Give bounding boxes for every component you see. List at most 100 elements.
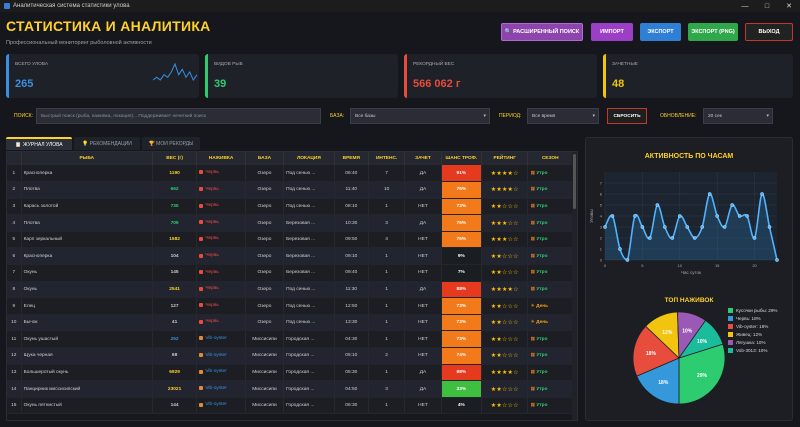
exit-button[interactable]: ВЫХОД xyxy=(745,23,793,41)
stat-cards: ВСЕГО УЛОВА 265 ВИДОВ РЫБ 39 РЕКОРДНЫЙ В… xyxy=(6,54,798,98)
legend-swatch xyxy=(728,308,733,313)
table-row[interactable]: 9 Елец 127 Червь Озеро Под сенью ... 12:50 1 НЕТ… xyxy=(7,297,573,315)
time-cell: 11:30 xyxy=(334,281,369,299)
maximize-button[interactable]: □ xyxy=(756,0,778,12)
trophy-chance-cell: 73% xyxy=(441,314,483,332)
y-tick-label: 0 xyxy=(600,258,603,263)
card-record-weight: РЕКОРДНЫЙ ВЕС 566 062 г xyxy=(404,54,597,98)
weight-cell: 68 xyxy=(152,347,198,365)
table-row[interactable]: 10 Бычок 41 Червь Озеро Под сенью ... 13:30 1 НЕ… xyxy=(7,314,573,332)
worm-icon xyxy=(199,220,204,225)
table-row[interactable]: 13 Большеротый окунь 6929 Vib-oyster Миссиси… xyxy=(7,364,573,382)
column-header[interactable]: ВРЕМЯ xyxy=(334,152,369,165)
table-row[interactable]: 11 Окунь ушастый 252 Vib-oyster Миссисипи Гор… xyxy=(7,330,573,349)
search-input[interactable]: Быстрый поиск (рыба, наживка, локация)..… xyxy=(36,108,321,124)
table-row[interactable]: 3 Карась золотой 730 Червь Озеро Под сенью ..… xyxy=(7,198,573,216)
rating-cell: ★★☆☆☆ xyxy=(481,198,529,216)
weight-cell: 144 xyxy=(152,397,198,415)
weight-cell: 127 xyxy=(152,297,198,315)
column-header[interactable]: БАЗА xyxy=(245,152,285,165)
data-point xyxy=(648,236,652,240)
rating-cell: ★★☆☆☆ xyxy=(481,380,529,398)
lure-icon xyxy=(199,336,204,341)
credit-cell: НЕТ xyxy=(404,314,442,332)
worm-icon xyxy=(199,303,204,308)
tab-recommendations[interactable]: 💡 РЕКОМЕНДАЦИИ xyxy=(74,137,140,150)
weight-cell: 6929 xyxy=(152,364,198,382)
data-point xyxy=(610,214,615,218)
bait-label: Червь xyxy=(205,302,219,308)
column-header[interactable]: НАЖИВКА xyxy=(196,152,246,165)
column-header[interactable]: РЕЙТИНГ xyxy=(481,152,529,165)
table-row[interactable]: 8 Окунь 2541 Червь Озеро Под сенью ... 11:30 1 Д… xyxy=(7,281,573,299)
rating-cell: ★★★☆☆ xyxy=(481,214,529,232)
catch-table: РЫБА ВЕС (г) НАЖИВКА БАЗА ЛОКАЦИЯ ВРЕМЯ ИНТЕНС… xyxy=(6,151,578,421)
slice-label: 18% xyxy=(646,351,657,357)
credit-cell: ДА xyxy=(404,181,442,199)
time-cell: 05:10 xyxy=(334,347,369,365)
column-header[interactable]: ЗАЧЕТ xyxy=(404,152,442,165)
column-header[interactable] xyxy=(7,152,22,165)
column-header[interactable]: ШАНС ТРОФ. xyxy=(441,152,483,165)
tab-catch-log[interactable]: 📋 ЖУРНАЛ УЛОВА xyxy=(6,137,72,150)
fish-cell: Панцирник миссисипский xyxy=(21,380,153,398)
table-row[interactable]: 12 Щука черная 68 Vib-oyster Миссисипи Городс… xyxy=(7,347,573,365)
base-select[interactable]: Все базы ▾ xyxy=(350,108,490,124)
row-number: 10 xyxy=(7,314,22,332)
table-row[interactable]: 5 Карп зеркальный 1582 Червь Озеро Березовая … xyxy=(7,231,573,249)
period-select[interactable]: Все время ▾ xyxy=(527,108,599,124)
row-number: 5 xyxy=(7,231,22,249)
app-icon xyxy=(4,3,10,9)
lure-icon xyxy=(199,353,204,358)
weight-cell: 252 xyxy=(152,330,198,349)
table-row[interactable]: 15 Окунь пятнистый 144 Vib-oyster Миссисипи Г… xyxy=(7,397,573,415)
import-button[interactable]: ИМПОРТ xyxy=(591,23,633,41)
column-header[interactable]: РЫБА xyxy=(21,152,153,165)
column-header[interactable]: ЛОКАЦИЯ xyxy=(283,152,335,165)
season-cell: ▦ Утро xyxy=(527,347,573,365)
table-row[interactable]: 14 Панцирник миссисипский 23021 Vib-oyster М… xyxy=(7,380,573,398)
close-button[interactable]: ✕ xyxy=(778,0,800,12)
table-scrollbar[interactable] xyxy=(572,152,577,420)
season-cell: ▦ Утро xyxy=(527,330,573,349)
table-row[interactable]: 1 Красноперка 1190 Червь Озеро Под сенью ... 0… xyxy=(7,165,573,183)
fish-cell: Карп зеркальный xyxy=(21,231,153,249)
legend-swatch xyxy=(728,316,733,321)
bait-cell: Vib-oyster xyxy=(196,330,246,349)
trophy-chance-cell: 76% xyxy=(441,214,483,232)
minimize-button[interactable]: — xyxy=(734,0,756,12)
bait-cell: Червь xyxy=(196,181,246,199)
export-png-button[interactable]: ЭКСПОРТ (PNG) xyxy=(688,23,738,41)
reset-button[interactable]: СБРОСИТЬ xyxy=(607,108,647,124)
bait-label: Vib-oyster xyxy=(205,352,227,358)
update-interval-select[interactable]: 20 сек ▾ xyxy=(703,108,773,124)
season-label: Утро xyxy=(536,253,548,259)
season-cell: ☀ День xyxy=(527,314,573,332)
table-row[interactable]: 2 Плотва 662 Червь Озеро Под сенью ... 11:40 10… xyxy=(7,181,573,199)
search-label: ПОИСК: xyxy=(14,113,33,119)
y-tick-label: 5 xyxy=(600,203,603,208)
table-row[interactable]: 6 Красноперка 104 Червь Озеро Березовая ... 09… xyxy=(7,247,573,266)
table-row[interactable]: 7 Окунь 145 Червь Озеро Березовая ... 09:40 1 НЕ… xyxy=(7,264,573,282)
row-number: 1 xyxy=(7,165,22,183)
tab-my-records[interactable]: 🏆 МОИ РЕКОРДЫ xyxy=(142,137,200,150)
advanced-search-button[interactable]: 🔍 РАСШИРЕННЫЙ ПОИСК xyxy=(501,23,583,41)
worm-icon xyxy=(199,253,204,258)
worm-icon xyxy=(199,319,204,324)
row-number: 6 xyxy=(7,247,22,266)
table-row[interactable]: 4 Плотва 705 Червь Озеро Березовая ... 10:30 3 Д… xyxy=(7,214,573,232)
row-number: 12 xyxy=(7,347,22,365)
column-header[interactable]: СЕЗОН xyxy=(527,152,573,165)
scrollbar-thumb[interactable] xyxy=(573,154,576,209)
column-header[interactable]: ИНТЕНС. xyxy=(368,152,406,165)
credit-cell: НЕТ xyxy=(404,397,442,415)
base-value: Все базы xyxy=(355,113,376,119)
intensity-cell: 1 xyxy=(368,397,406,415)
column-header[interactable]: ВЕС (г) xyxy=(152,152,198,165)
location-cell: Городская ... xyxy=(283,330,335,349)
export-button[interactable]: ЭКСПОРТ xyxy=(640,23,681,41)
credit-cell: ДА xyxy=(404,364,442,382)
fish-cell: Карась золотой xyxy=(21,198,153,216)
credit-cell: ДА xyxy=(404,281,442,299)
season-cell: ▦ Утро xyxy=(527,165,573,183)
